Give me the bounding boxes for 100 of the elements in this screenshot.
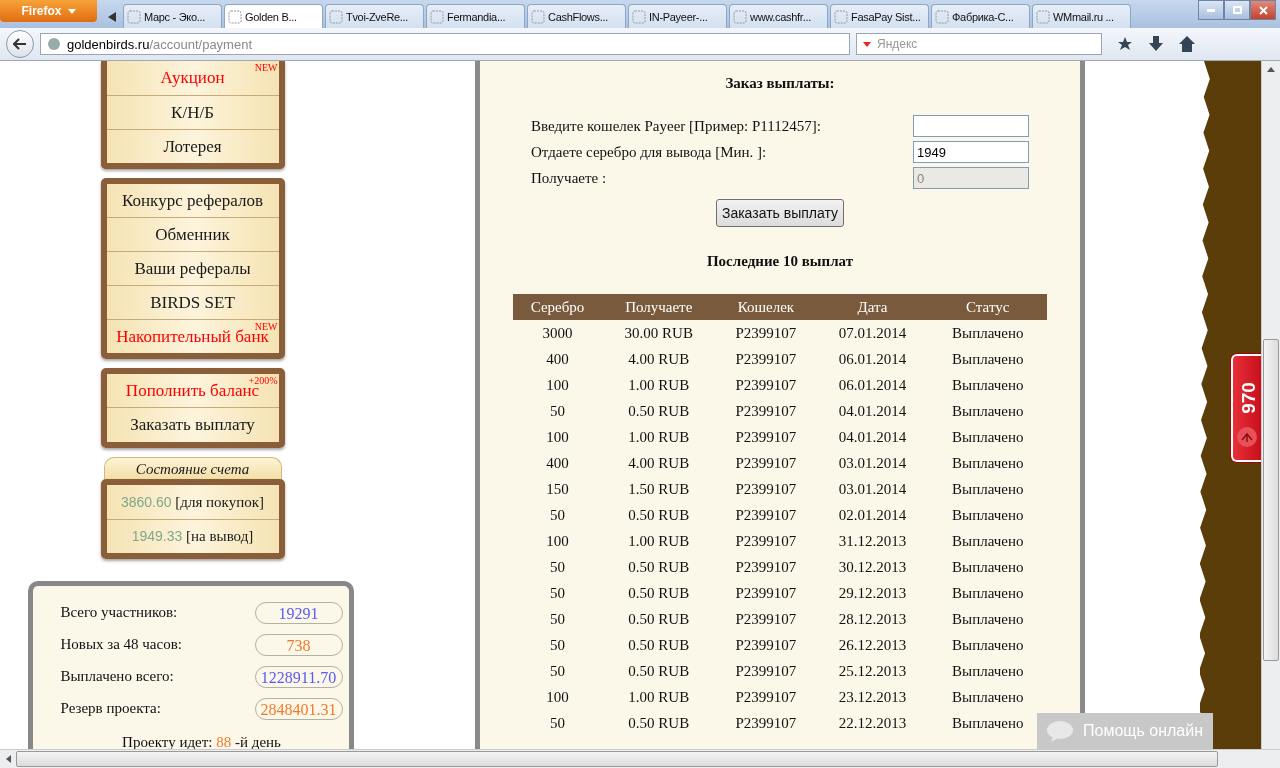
table-cell-text: 0.50 RUB bbox=[627, 635, 691, 655]
stat-label: Резерв проекта: bbox=[60, 700, 161, 717]
menu-link[interactable]: К/Н/Б bbox=[171, 103, 214, 122]
table-cell-text: 26.12.2013 bbox=[837, 635, 908, 655]
favicon-icon bbox=[834, 9, 848, 24]
column-header: Кошелек bbox=[715, 294, 817, 320]
table-cell-text: 06.01.2014 bbox=[837, 375, 908, 395]
maximize-icon[interactable] bbox=[1224, 0, 1250, 20]
favicon-icon bbox=[531, 9, 545, 24]
browser-tab[interactable]: Fermandia... bbox=[426, 4, 525, 28]
table-cell-text: P2399107 bbox=[734, 713, 798, 733]
table-cell-text: 50 bbox=[549, 661, 566, 681]
table-cell-text: P2399107 bbox=[734, 687, 798, 707]
menu-link[interactable]: Заказать выплату bbox=[130, 415, 255, 434]
table-cell-text: 31.12.2013 bbox=[837, 531, 908, 551]
table-cell-text: 03.01.2014 bbox=[837, 453, 908, 473]
table-cell-text: 02.01.2014 bbox=[837, 505, 908, 525]
table-cell-text: Выплачено bbox=[951, 401, 1025, 421]
field-label: Введите кошелек Payeer [Пример: P1112457]: bbox=[531, 117, 821, 135]
horizontal-scrollbar[interactable] bbox=[0, 749, 1280, 768]
table-cell-text: P2399107 bbox=[734, 479, 798, 499]
download-icon[interactable] bbox=[1148, 35, 1164, 53]
browser-tab[interactable]: IN-Payeer-... bbox=[628, 4, 727, 28]
order-payout-button[interactable]: Заказать выплату bbox=[716, 199, 844, 227]
column-header: Статус bbox=[928, 294, 1047, 320]
table-cell-text: 50 bbox=[549, 635, 566, 655]
favicon-icon bbox=[632, 9, 646, 24]
table-cell-text: Выплачено bbox=[951, 713, 1025, 733]
table-cell-text: P2399107 bbox=[734, 349, 798, 369]
table-cell-text: 0.50 RUB bbox=[627, 713, 691, 733]
input-field[interactable]: 1949 bbox=[913, 141, 1029, 163]
home-icon[interactable] bbox=[1178, 35, 1196, 53]
menu-link[interactable]: Обменник bbox=[155, 225, 230, 244]
table-cell-text: 22.12.2013 bbox=[837, 713, 908, 733]
stat-label: Всего участников: bbox=[60, 604, 178, 621]
table-cell-text: Выплачено bbox=[951, 349, 1025, 369]
table-cell-text: 4.00 RUB bbox=[627, 453, 691, 473]
table-cell-text: 50 bbox=[549, 713, 566, 733]
promo-label: NEW bbox=[254, 321, 278, 332]
browser-tab[interactable]: Golden B... bbox=[224, 4, 323, 28]
table-cell-text: 0.50 RUB bbox=[627, 661, 691, 681]
browser-tab[interactable]: Фабрика-С... bbox=[931, 4, 1030, 28]
table-cell-text: 06.01.2014 bbox=[837, 349, 908, 369]
table-cell-text: 23.12.2013 bbox=[837, 687, 908, 707]
column-header: Дата bbox=[816, 294, 929, 320]
table-cell-text: P2399107 bbox=[734, 583, 798, 603]
promo-label: NEW bbox=[254, 62, 278, 73]
counter-badge[interactable]: 970 bbox=[1231, 354, 1261, 462]
table-cell-text: P2399107 bbox=[734, 505, 798, 525]
caret-icon bbox=[67, 8, 76, 14]
input-field[interactable] bbox=[913, 115, 1029, 137]
table-cell-text: Выплачено bbox=[951, 453, 1025, 473]
vertical-scrollbar[interactable] bbox=[1261, 61, 1280, 749]
table-cell-text: 50 bbox=[549, 505, 566, 525]
browser-tab[interactable]: Марс - Эко... bbox=[123, 4, 222, 28]
table-cell-text: Выплачено bbox=[951, 479, 1025, 499]
table-cell-text: P2399107 bbox=[734, 375, 798, 395]
history-title: Последние 10 выплат bbox=[706, 253, 854, 270]
table-cell-text: 150 bbox=[545, 479, 570, 499]
menu-link[interactable]: Ваши рефералы bbox=[134, 259, 251, 278]
scroll-up-icon[interactable] bbox=[1267, 66, 1275, 72]
browser-tab[interactable]: www.cashfr... bbox=[729, 4, 828, 28]
table-cell-text: 1.50 RUB bbox=[627, 479, 691, 499]
menu-link[interactable]: Конкурс рефералов bbox=[122, 191, 263, 210]
minimize-icon[interactable] bbox=[1198, 0, 1224, 20]
browser-tab[interactable]: WMmail.ru ... bbox=[1032, 4, 1131, 28]
back-button[interactable] bbox=[6, 30, 34, 58]
favicon-icon bbox=[329, 9, 343, 24]
table-cell-text: 0.50 RUB bbox=[627, 583, 691, 603]
table-cell-text: 4.00 RUB bbox=[627, 349, 691, 369]
menu-link[interactable]: Аукцион bbox=[160, 68, 225, 87]
scroll-left-icon[interactable] bbox=[5, 755, 11, 763]
promo-label: +200% bbox=[248, 375, 278, 386]
favicon-icon bbox=[228, 9, 242, 24]
table-cell-text: P2399107 bbox=[734, 453, 798, 473]
table-cell-text: 50 bbox=[549, 583, 566, 603]
table-cell-text: Выплачено bbox=[951, 635, 1025, 655]
menu-link[interactable]: BIRDS SET bbox=[150, 293, 235, 312]
close-icon[interactable] bbox=[1250, 0, 1276, 20]
table-cell-text: P2399107 bbox=[734, 609, 798, 629]
browser-tab[interactable]: CashFlows... bbox=[527, 4, 626, 28]
favicon-icon bbox=[935, 9, 949, 24]
table-cell-text: Выплачено bbox=[951, 661, 1025, 681]
table-cell-text: 50 bbox=[549, 557, 566, 577]
table-cell-text: 1.00 RUB bbox=[627, 531, 691, 551]
browser-tab[interactable]: FasaPay Sist... bbox=[830, 4, 929, 28]
table-cell-text: P2399107 bbox=[734, 401, 798, 421]
table-cell-text: 03.01.2014 bbox=[837, 479, 908, 499]
field-label: Получаете : bbox=[531, 169, 607, 187]
browser-tab[interactable]: Tvoi-ZveRe... bbox=[325, 4, 424, 28]
favicon-icon bbox=[430, 9, 444, 24]
table-cell-text: 25.12.2013 bbox=[837, 661, 908, 681]
stat-label: Новых за 48 часов: bbox=[60, 636, 182, 653]
table-cell-text: 1.00 RUB bbox=[627, 375, 691, 395]
bookmarks-icon[interactable] bbox=[1116, 35, 1134, 53]
table-cell-text: Выплачено bbox=[951, 375, 1025, 395]
menu-link[interactable]: Лотерея bbox=[163, 137, 222, 156]
table-cell-text: 0.50 RUB bbox=[627, 609, 691, 629]
address-field[interactable]: goldenbirds.ru/account/payment bbox=[40, 33, 850, 55]
table-cell-text: 1.00 RUB bbox=[627, 687, 691, 707]
